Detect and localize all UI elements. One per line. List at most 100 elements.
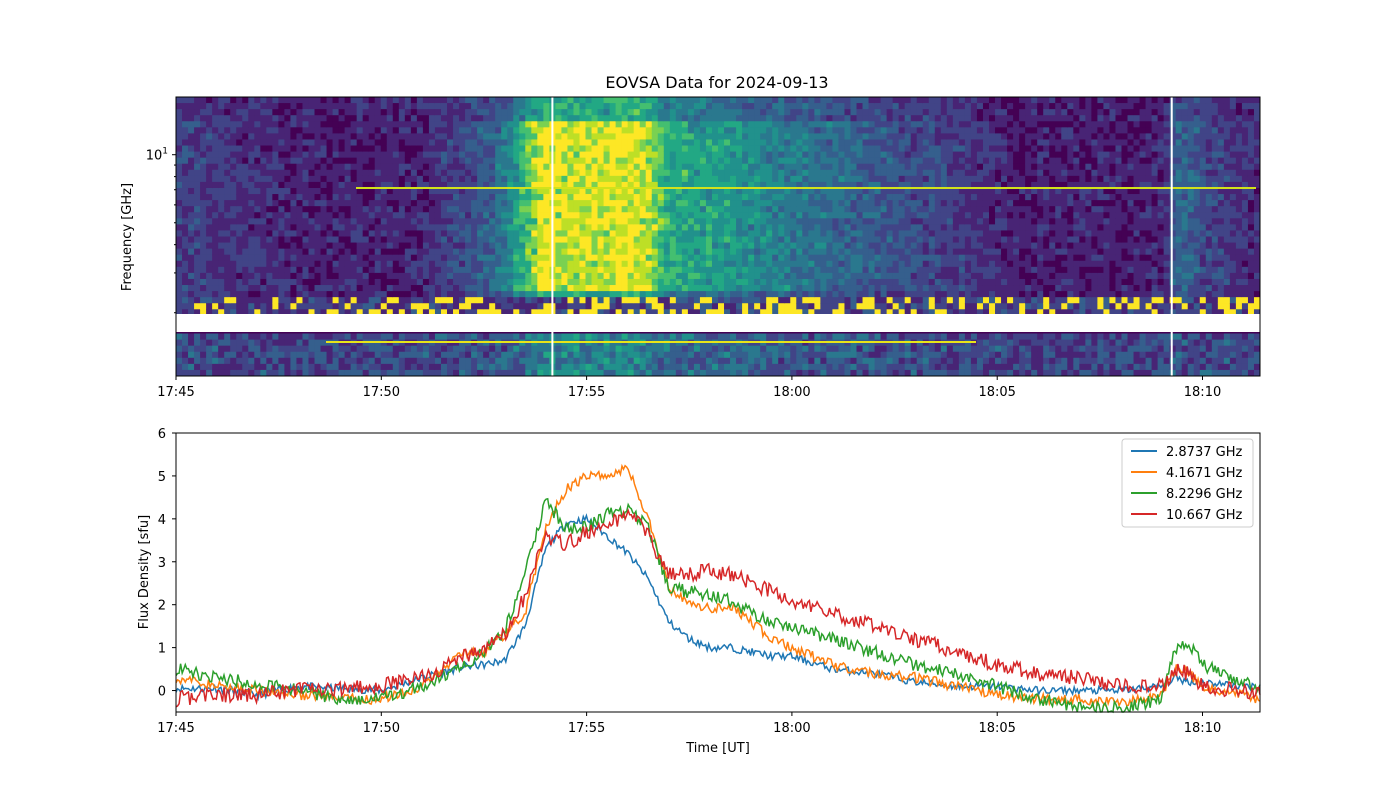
spectrogram-cell xyxy=(434,175,442,183)
spectrogram-cell xyxy=(501,206,508,213)
spectrogram-cell xyxy=(465,97,472,104)
spectrogram-cell xyxy=(543,127,550,134)
spectrogram-cell xyxy=(332,206,340,213)
spectrogram-cell xyxy=(501,236,508,244)
spectrogram-cell xyxy=(350,169,358,177)
spectrogram-cell xyxy=(760,194,767,201)
spectrogram-cell xyxy=(440,357,448,365)
spectrogram-cell xyxy=(302,139,309,147)
spectrogram-cell xyxy=(422,224,430,231)
spectrogram-cell xyxy=(639,303,647,310)
spectrogram-cell xyxy=(772,272,779,280)
spectrogram-cell xyxy=(687,206,695,213)
spectrogram-cell xyxy=(434,345,442,353)
spectrogram-cell xyxy=(459,115,466,122)
spectrogram-cell xyxy=(519,272,526,280)
spectrogram-cell xyxy=(338,236,346,244)
spectrogram-cell xyxy=(459,145,466,153)
spectrogram-cell xyxy=(802,297,809,304)
spectrogram-cell xyxy=(465,206,472,213)
spectrogram-cell xyxy=(320,145,328,153)
spectrogram-cell xyxy=(705,194,713,201)
spectrogram-cell xyxy=(808,145,815,153)
spectrogram-cell xyxy=(212,97,219,104)
spectrogram-cell xyxy=(736,121,743,128)
spectrogram-cell xyxy=(736,194,743,201)
spectrogram-cell xyxy=(194,169,201,177)
spectrogram-cell xyxy=(615,206,623,213)
spectrogram-cell xyxy=(826,157,833,165)
spectrogram-cell xyxy=(567,133,574,140)
spectrogram-cell xyxy=(742,145,749,153)
spectrogram-cell xyxy=(699,103,707,110)
spectrogram-cell xyxy=(850,139,858,147)
spectrogram-cell xyxy=(242,169,249,177)
spectrogram-cell xyxy=(651,236,659,244)
spectrogram-cell xyxy=(543,278,550,286)
spectrogram-cell xyxy=(230,357,237,365)
spectrogram-cell xyxy=(188,339,195,347)
spectrogram-cell xyxy=(386,206,394,213)
spectrogram-cell xyxy=(236,115,243,122)
spectrogram-cell xyxy=(573,139,580,147)
spectrogram-cell xyxy=(392,145,400,153)
spectrogram-cell xyxy=(856,363,864,371)
spectrogram-cell xyxy=(242,278,249,286)
spectrogram-cell xyxy=(188,303,195,310)
spectrogram-cell xyxy=(784,103,791,110)
spectrogram-cell xyxy=(868,127,876,134)
spectrogram-cell xyxy=(308,345,316,353)
spectrogram-cell xyxy=(308,145,316,153)
spectrogram-cell xyxy=(236,121,243,128)
spectrogram-cell xyxy=(332,266,340,274)
spectrogram-cell xyxy=(440,218,448,225)
spectrogram-cell xyxy=(254,242,261,250)
spectrogram-cell xyxy=(350,121,358,128)
spectrogram-cell xyxy=(320,187,328,195)
spectrogram-cell xyxy=(242,139,249,147)
spectrogram-cell xyxy=(338,200,346,207)
spectrogram-cell xyxy=(862,115,870,122)
spectrogram-cell xyxy=(724,206,731,213)
spectrogram-cell xyxy=(687,139,695,147)
spectrogram-cell xyxy=(663,97,671,104)
spectrogram-cell xyxy=(513,224,520,231)
spectrogram-cell xyxy=(272,169,279,177)
spectrogram-cell xyxy=(633,218,641,225)
spectrogram-cell xyxy=(260,200,267,207)
spectrogram-cell xyxy=(615,151,623,159)
spectrogram-cell xyxy=(633,206,641,213)
spectrogram-cell xyxy=(483,127,490,134)
spectrogram-cell xyxy=(513,254,520,262)
spectrogram-cell xyxy=(705,127,713,134)
spectrogram-cell xyxy=(410,351,418,359)
spectrogram-cell xyxy=(796,230,803,237)
spectrogram-cell xyxy=(718,121,725,128)
spectrogram-cell xyxy=(591,109,599,116)
spectrogram-cell xyxy=(260,291,267,298)
spectrogram-cell xyxy=(278,297,285,304)
spectrogram-cell xyxy=(362,145,370,153)
spectrogram-cell xyxy=(615,285,623,292)
spectrogram-cell xyxy=(440,254,448,262)
spectrogram-cell xyxy=(374,224,382,231)
spectrogram-cell xyxy=(718,297,725,304)
spectrogram-cell xyxy=(705,266,713,274)
spectrogram-cell xyxy=(844,272,851,280)
spectrogram-cell xyxy=(645,121,653,128)
spectrogram-cell xyxy=(422,115,430,122)
spectrogram-cell xyxy=(868,297,876,304)
spectrogram-cell xyxy=(428,291,436,298)
spectrogram-cell xyxy=(206,103,213,110)
spectrogram-cell xyxy=(489,109,496,116)
spectrogram-cell xyxy=(495,163,502,171)
spectrogram-cell xyxy=(736,242,743,250)
spectrogram-cell xyxy=(380,169,388,177)
spectrogram-cell xyxy=(754,218,761,225)
spectrogram-cell xyxy=(374,260,382,268)
spectrogram-cell xyxy=(410,291,418,298)
spectrogram-cell xyxy=(693,351,701,359)
spectrogram-cell xyxy=(453,236,460,244)
spectrogram-cell xyxy=(230,248,237,256)
spectrogram-cell xyxy=(501,291,508,298)
